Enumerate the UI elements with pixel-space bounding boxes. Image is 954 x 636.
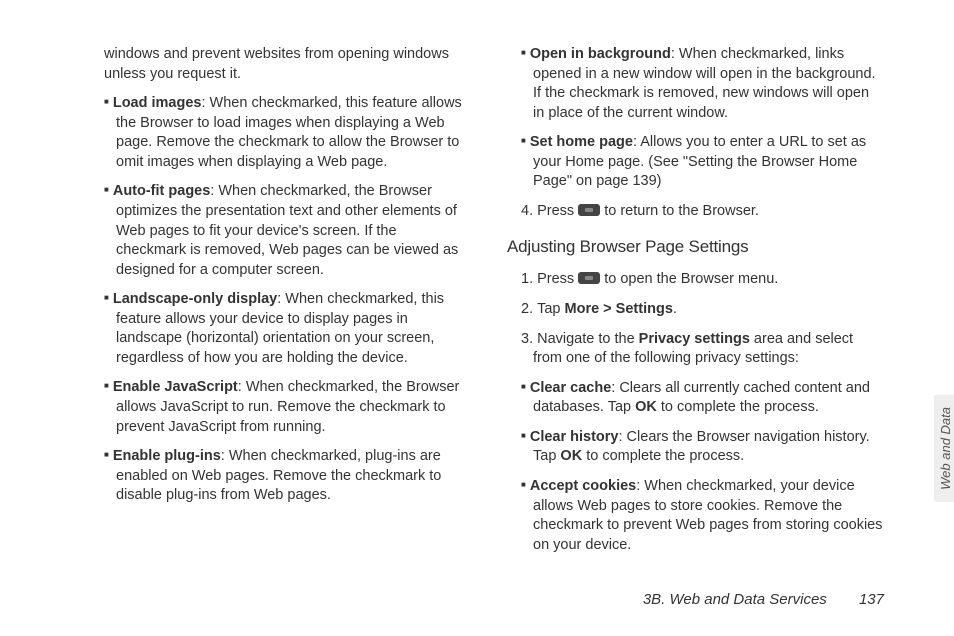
bullet-clear-history: ■Clear history: Clears the Browser navig… <box>507 428 884 467</box>
ok-label: OK <box>560 448 582 464</box>
step-number: 4. <box>521 203 533 219</box>
step-number: 1. <box>521 271 533 287</box>
step-2: 2.Tap More > Settings. <box>507 300 884 320</box>
bullet-set-home: ■Set home page: Allows you to enter a UR… <box>507 133 884 192</box>
bullet-label: Set home page <box>530 134 633 150</box>
square-bullet-icon: ■ <box>104 97 109 106</box>
step-text: . <box>673 301 677 317</box>
bullet-label: Accept cookies <box>530 478 636 494</box>
square-bullet-icon: ■ <box>521 431 526 440</box>
bullet-label: Load images <box>113 95 202 111</box>
bullet-clear-cache: ■Clear cache: Clears all currently cache… <box>507 379 884 418</box>
right-column: ■Open in background: When checkmarked, l… <box>507 45 884 510</box>
step-4: 4.Press to return to the Browser. <box>507 202 884 222</box>
bullet-accept-cookies: ■Accept cookies: When checkmarked, your … <box>507 477 884 555</box>
step-3: 3.Navigate to the Privacy settings area … <box>507 330 884 369</box>
bullet-label: Enable JavaScript <box>113 379 238 395</box>
bullet-auto-fit: ■Auto-fit pages: When checkmarked, the B… <box>90 182 467 280</box>
square-bullet-icon: ■ <box>521 48 526 57</box>
step-bold: Privacy settings <box>639 331 750 347</box>
footer-page-number: 137 <box>859 591 884 608</box>
step-text: to open the Browser menu. <box>600 271 778 287</box>
step-bold: More > Settings <box>565 301 673 317</box>
step-number: 3. <box>521 331 533 347</box>
page-footer: 3B. Web and Data Services 137 <box>643 591 884 608</box>
bullet-label: Landscape-only display <box>113 291 277 307</box>
square-bullet-icon: ■ <box>521 136 526 145</box>
left-column: windows and prevent websites from openin… <box>90 45 467 510</box>
square-bullet-icon: ■ <box>521 382 526 391</box>
bullet-label: Clear cache <box>530 380 611 396</box>
bullet-open-background: ■Open in background: When checkmarked, l… <box>507 45 884 123</box>
bullet-plugins: ■Enable plug-ins: When checkmarked, plug… <box>90 447 467 506</box>
step-text: Tap <box>537 301 564 317</box>
square-bullet-icon: ■ <box>104 450 109 459</box>
bullet-label: Clear history <box>530 429 619 445</box>
step-1: 1.Press to open the Browser menu. <box>507 270 884 290</box>
bullet-label: Open in background <box>530 46 671 62</box>
step-number: 2. <box>521 301 533 317</box>
square-bullet-icon: ■ <box>521 480 526 489</box>
bullet-javascript: ■Enable JavaScript: When checkmarked, th… <box>90 378 467 437</box>
page-body: windows and prevent websites from openin… <box>0 0 954 550</box>
side-tab: Web and Data <box>934 395 954 502</box>
bullet-label: Enable plug-ins <box>113 448 221 464</box>
step-text: Press <box>537 271 578 287</box>
step-text: Navigate to the <box>537 331 639 347</box>
bullet-label: Auto-fit pages <box>113 183 210 199</box>
square-bullet-icon: ■ <box>104 185 109 194</box>
step-text: Press <box>537 203 578 219</box>
section-heading: Adjusting Browser Page Settings <box>507 236 884 259</box>
intro-text: windows and prevent websites from openin… <box>90 45 467 84</box>
menu-key-icon <box>578 204 600 216</box>
bullet-text: to complete the process. <box>582 448 744 464</box>
bullet-text: to complete the process. <box>657 399 819 415</box>
bullet-load-images: ■Load images: When checkmarked, this fea… <box>90 94 467 172</box>
step-text: to return to the Browser. <box>600 203 759 219</box>
bullet-landscape: ■Landscape-only display: When checkmarke… <box>90 290 467 368</box>
square-bullet-icon: ■ <box>104 293 109 302</box>
menu-key-icon <box>578 272 600 284</box>
ok-label: OK <box>635 399 657 415</box>
square-bullet-icon: ■ <box>104 381 109 390</box>
footer-section: 3B. Web and Data Services <box>643 591 827 608</box>
